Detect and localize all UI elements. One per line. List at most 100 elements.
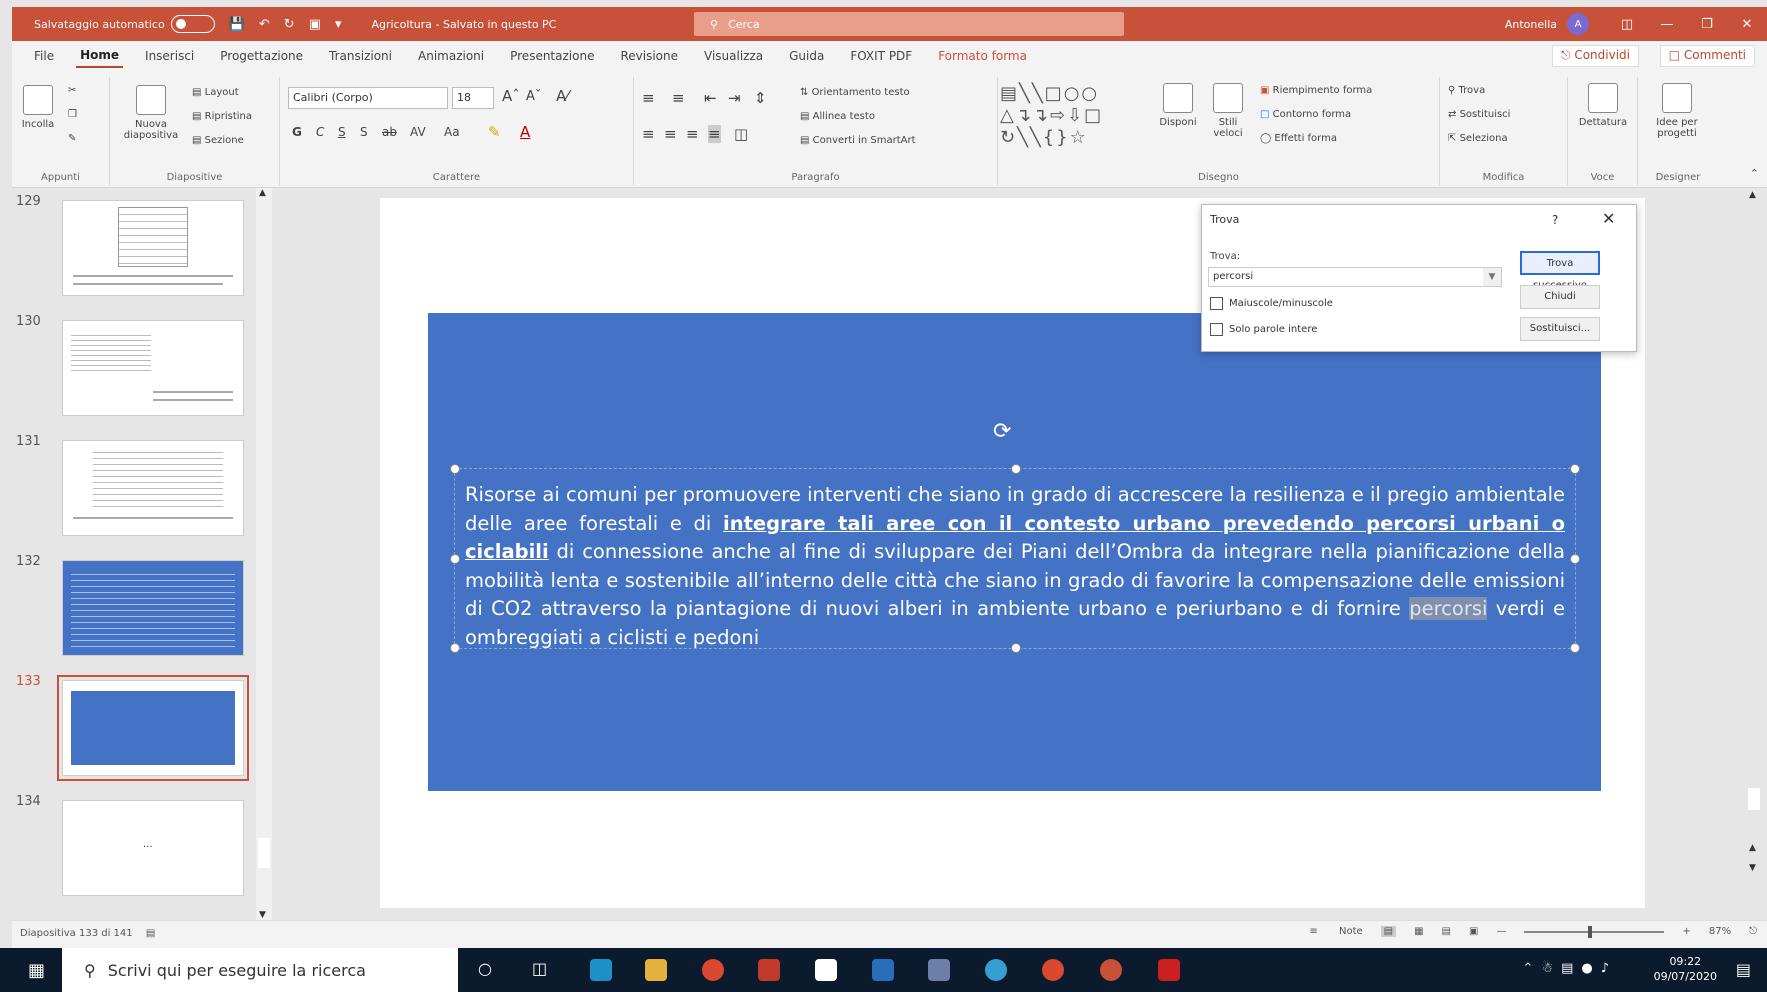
clear-format-icon[interactable]: A⁄	[556, 87, 569, 105]
select-button[interactable]: ⇱ Seleziona	[1448, 133, 1508, 144]
char-spacing-icon[interactable]: AV	[410, 125, 426, 139]
slide-thumbnail[interactable]	[62, 320, 244, 416]
previous-slide-icon[interactable]: ▲	[1749, 843, 1756, 853]
align-right-icon[interactable]: ≡	[686, 125, 699, 143]
chevron-down-icon[interactable]: ▼	[1483, 268, 1501, 286]
text-box[interactable]: Risorse ai comuni per promuovere interve…	[450, 464, 1580, 653]
replace-button[interactable]: ⇄ Sostituisci	[1448, 109, 1510, 120]
tab-review[interactable]: Revisione	[616, 45, 682, 67]
notes-button[interactable]: ≡ Note	[1291, 926, 1362, 937]
system-tray-icons[interactable]: ⌃☃▤●♪	[1523, 961, 1617, 976]
tab-slideshow[interactable]: Presentazione	[506, 45, 598, 67]
document-title[interactable]: Agricoltura - Salvato in questo PC	[372, 18, 557, 31]
task-view-icon[interactable]: ◫	[532, 959, 554, 981]
justify-icon[interactable]: ≡	[708, 125, 721, 143]
next-slide-icon[interactable]: ▼	[1749, 863, 1756, 873]
thumbnail-row[interactable]: 134 ...	[12, 788, 274, 900]
copy-icon[interactable]: ❐	[68, 109, 77, 120]
tab-file[interactable]: File	[30, 45, 58, 67]
close-button[interactable]: Chiudi	[1520, 285, 1600, 309]
edge-icon[interactable]	[590, 959, 612, 981]
thumbnail-row[interactable]: 130	[12, 308, 274, 420]
shape-fill-button[interactable]: ▣ Riempimento forma	[1260, 85, 1372, 96]
resize-handle[interactable]	[450, 554, 460, 564]
notifications-icon[interactable]: ▤	[1736, 960, 1751, 979]
smartart-button[interactable]: ▤ Converti in SmartArt	[800, 135, 916, 146]
font-name-combo[interactable]: Calibri (Corpo)	[288, 87, 448, 109]
find-next-button[interactable]: Trova successivo	[1520, 251, 1600, 291]
thumbnail-row[interactable]: 129	[12, 188, 274, 300]
align-center-icon[interactable]: ≡	[664, 125, 677, 143]
help-button[interactable]: ?	[1552, 213, 1558, 227]
app-icon[interactable]	[758, 959, 780, 981]
align-text-button[interactable]: ▤ Allinea testo	[800, 111, 875, 122]
collapse-ribbon-icon[interactable]: ⌃	[1750, 167, 1759, 180]
taskbar-search[interactable]: ⚲ Scrivi qui per eseguire la ricerca	[62, 948, 458, 992]
slide-thumbnail[interactable]	[62, 440, 244, 536]
text-direction-button[interactable]: ⇅ Orientamento testo	[800, 87, 910, 98]
app-icon[interactable]	[985, 959, 1007, 981]
shrink-font-icon[interactable]: Aˇ	[526, 89, 541, 104]
resize-handle[interactable]	[1570, 554, 1580, 564]
shape-outline-button[interactable]: □ Contorno forma	[1260, 109, 1351, 120]
undo-icon[interactable]: ↶	[259, 17, 270, 32]
grow-font-icon[interactable]: Aˆ	[502, 87, 520, 105]
zoom-slider[interactable]	[1524, 925, 1665, 938]
increase-indent-icon[interactable]: ⇥	[728, 89, 741, 107]
file-explorer-icon[interactable]	[645, 959, 667, 981]
cut-icon[interactable]: ✂	[68, 85, 76, 96]
strikethrough-icon[interactable]: ab	[382, 125, 397, 139]
underline-button[interactable]: S	[338, 125, 346, 139]
find-button[interactable]: ⚲ Trova	[1448, 85, 1485, 96]
find-input[interactable]: percorsi ▼	[1208, 267, 1502, 287]
zoom-in-icon[interactable]: +	[1682, 926, 1690, 937]
avatar[interactable]: A	[1567, 13, 1589, 35]
redo-icon[interactable]: ↻	[284, 17, 295, 32]
acrobat-icon[interactable]	[1158, 959, 1180, 981]
tab-view[interactable]: Visualizza	[700, 45, 767, 67]
decrease-indent-icon[interactable]: ⇤	[704, 89, 717, 107]
tab-transitions[interactable]: Transizioni	[325, 45, 396, 67]
tab-foxit[interactable]: FOXIT PDF	[846, 45, 916, 67]
customize-toolbar-icon[interactable]: ▾	[335, 17, 342, 32]
tab-animations[interactable]: Animazioni	[414, 45, 488, 67]
slide-thumbnail[interactable]: ...	[62, 800, 244, 896]
align-left-icon[interactable]: ≡	[642, 125, 655, 143]
columns-icon[interactable]: ◫	[734, 125, 748, 143]
replace-button[interactable]: Sostituisci...	[1520, 317, 1600, 341]
tab-help[interactable]: Guida	[785, 45, 828, 67]
slide-thumbnail[interactable]	[62, 200, 244, 296]
scrollbar-thumb[interactable]	[1748, 788, 1760, 810]
maximize-icon[interactable]: ❐	[1687, 17, 1727, 32]
windows-start-icon[interactable]: ▦	[28, 960, 45, 981]
fit-slide-icon[interactable]: ⎋	[1749, 926, 1757, 937]
bullets-icon[interactable]: ≡	[642, 89, 655, 107]
match-case-checkbox[interactable]: Maiuscole/minuscole	[1210, 297, 1333, 310]
slide-thumbnail[interactable]	[62, 560, 244, 656]
slide-sorter-icon[interactable]: ▦	[1414, 926, 1423, 937]
tab-insert[interactable]: Inserisci	[141, 45, 198, 67]
chrome-icon[interactable]	[702, 959, 724, 981]
cortana-icon[interactable]: ○	[478, 959, 500, 981]
font-size-combo[interactable]: 18	[452, 87, 494, 109]
close-icon[interactable]: ✕	[1727, 17, 1767, 32]
slideshow-icon[interactable]: ▣	[1469, 926, 1478, 937]
close-icon[interactable]: ✕	[1602, 209, 1615, 228]
highlight-icon[interactable]: ✎	[488, 123, 501, 141]
app-icon[interactable]	[928, 959, 950, 981]
scroll-up-icon[interactable]: ▲	[259, 188, 266, 198]
resize-handle[interactable]	[450, 464, 460, 474]
normal-view-icon[interactable]: ▤	[1380, 926, 1397, 937]
resize-handle[interactable]	[1570, 643, 1580, 653]
resize-handle[interactable]	[450, 643, 460, 653]
store-icon[interactable]	[815, 959, 837, 981]
section-button[interactable]: ▤ Sezione	[192, 135, 244, 146]
share-button[interactable]: ⎋ Condividi	[1552, 45, 1639, 67]
design-ideas-button[interactable]: Idee per progetti	[1646, 83, 1708, 139]
start-presentation-icon[interactable]: ▣	[309, 17, 321, 32]
checkbox-box[interactable]	[1210, 297, 1223, 310]
paste-button[interactable]: Incolla	[18, 85, 58, 130]
editor-scrollbar[interactable]: ▲ ▲ ▼	[1740, 188, 1767, 920]
clock[interactable]: 09:22 09/07/2020	[1654, 954, 1717, 984]
scroll-down-icon[interactable]: ▼	[259, 910, 266, 920]
